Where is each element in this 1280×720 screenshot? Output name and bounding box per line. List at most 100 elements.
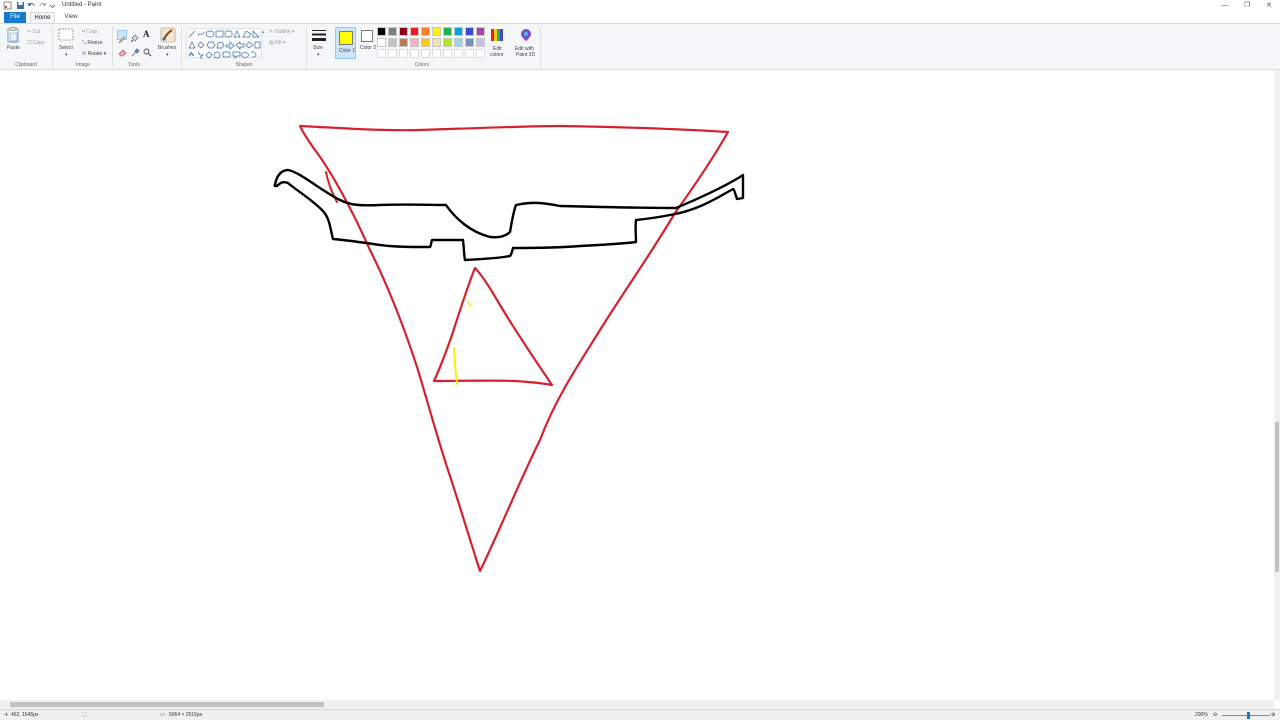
- palette-swatch[interactable]: [399, 38, 408, 47]
- pencil-icon: [118, 36, 126, 44]
- palette-swatch[interactable]: [421, 38, 430, 47]
- window-title: Untitled - Paint: [62, 2, 102, 8]
- color-2-selector[interactable]: [361, 30, 373, 42]
- status-bar: ✛ 462, 1645px ⬚ ▭ 5064 × 2516px 200% ⊖ ⊕: [0, 709, 1280, 720]
- brushes-dropdown-icon[interactable]: ▾: [166, 52, 169, 58]
- outline-label: Outline ▾: [274, 29, 295, 35]
- shapes-gallery[interactable]: [186, 28, 262, 60]
- undo-icon[interactable]: [27, 1, 36, 10]
- tab-home[interactable]: Home: [30, 12, 55, 23]
- palette-swatch[interactable]: [410, 27, 419, 36]
- fill-button[interactable]: ▧ Fill ▾: [269, 40, 285, 46]
- shapes-group-label: Shapes: [235, 62, 253, 68]
- close-button[interactable]: ✕: [1258, 0, 1280, 11]
- color-picker-tool[interactable]: [131, 44, 141, 57]
- custom-color-slot[interactable]: [388, 49, 397, 58]
- color-2-label: Color 2: [360, 45, 377, 51]
- image-group-label: Image: [76, 62, 90, 68]
- horizontal-scrollbar-thumb[interactable]: [10, 702, 324, 707]
- edit-colors-button[interactable]: [490, 28, 504, 42]
- zoom-slider-thumb[interactable]: [1247, 712, 1250, 719]
- custom-color-slot[interactable]: [443, 49, 452, 58]
- drawing-canvas[interactable]: [0, 70, 1274, 700]
- rotate-button[interactable]: ⟳ Rotate ▾: [82, 51, 106, 57]
- custom-color-slot[interactable]: [421, 49, 430, 58]
- outline-button[interactable]: ✎ Outline ▾: [269, 29, 294, 35]
- eraser-tool[interactable]: [118, 44, 128, 57]
- custom-color-slot[interactable]: [410, 49, 419, 58]
- redo-icon[interactable]: [38, 1, 47, 10]
- palette-swatch[interactable]: [377, 38, 386, 47]
- size-button[interactable]: [311, 28, 327, 44]
- palette-swatch[interactable]: [476, 38, 485, 47]
- resize-label: Resize: [87, 40, 103, 46]
- pencil-tool[interactable]: [117, 30, 127, 44]
- custom-color-slot[interactable]: [465, 49, 474, 58]
- palette-swatch[interactable]: [443, 38, 452, 47]
- palette-swatch[interactable]: [454, 27, 463, 36]
- tab-view[interactable]: View: [60, 12, 82, 23]
- edit-with-paint3d-button[interactable]: [519, 28, 533, 42]
- select-button[interactable]: [58, 28, 74, 41]
- vertical-scrollbar[interactable]: [1274, 70, 1280, 700]
- canvas-size: 5064 × 2516px: [169, 712, 203, 718]
- zoom-in-button[interactable]: ⊕: [1271, 711, 1275, 720]
- select-rectangle-icon: [58, 28, 74, 41]
- palette-swatch[interactable]: [421, 27, 430, 36]
- zoom-out-button[interactable]: ⊖: [1213, 711, 1217, 720]
- palette-swatch[interactable]: [410, 38, 419, 47]
- text-tool[interactable]: A: [143, 29, 150, 39]
- custom-color-slot[interactable]: [454, 49, 463, 58]
- crop-button[interactable]: ⌗ Crop: [82, 29, 97, 35]
- select-dropdown-icon[interactable]: ▾: [65, 52, 68, 58]
- custom-color-slot[interactable]: [476, 49, 485, 58]
- shapes-gallery-scroll-icon[interactable]: ▴: [262, 29, 265, 35]
- outline-icon: ✎: [269, 29, 274, 35]
- palette-swatch[interactable]: [377, 27, 386, 36]
- yellow-mark-stroke: [453, 347, 458, 385]
- yellow-dot-stroke: [467, 301, 472, 307]
- tab-file[interactable]: File: [4, 12, 26, 23]
- color-1-selector[interactable]: Color 1: [335, 27, 356, 59]
- edit-colors-label-line2: colors: [490, 52, 504, 58]
- cut-label: Cut: [32, 29, 41, 35]
- size-dropdown-icon[interactable]: ▾: [317, 52, 320, 58]
- brushes-button[interactable]: [160, 27, 176, 43]
- palette-swatch[interactable]: [476, 27, 485, 36]
- cut-button[interactable]: ✂ Cut: [27, 29, 40, 35]
- canvas-workspace[interactable]: [0, 70, 1274, 700]
- title-bar: Untitled - Paint — ❐ ✕: [0, 0, 1280, 11]
- customize-toolbar-icon[interactable]: [48, 1, 57, 10]
- palette-swatch[interactable]: [388, 27, 397, 36]
- size-label: Size: [313, 45, 323, 51]
- black-outline-stroke: [273, 168, 745, 262]
- horizontal-scrollbar[interactable]: [0, 700, 1274, 709]
- palette-swatch[interactable]: [388, 38, 397, 47]
- palette-swatch[interactable]: [432, 27, 441, 36]
- shapes-gallery-icons: [188, 30, 261, 60]
- brush-icon: [160, 27, 176, 43]
- palette-swatch[interactable]: [399, 27, 408, 36]
- color-1-swatch: [339, 31, 353, 45]
- save-icon[interactable]: [16, 1, 25, 10]
- custom-color-slot[interactable]: [399, 49, 408, 58]
- fill-tool[interactable]: [130, 30, 140, 42]
- eyedropper-icon: [131, 48, 140, 57]
- palette-swatch[interactable]: [432, 38, 441, 47]
- vertical-scrollbar-thumb[interactable]: [1275, 422, 1279, 572]
- restore-button[interactable]: ❐: [1236, 0, 1258, 11]
- palette-swatch[interactable]: [443, 27, 452, 36]
- zoom-slider[interactable]: [1222, 715, 1270, 716]
- group-divider: [306, 27, 307, 67]
- copy-button[interactable]: ❐ Copy: [27, 40, 45, 46]
- resize-button[interactable]: ⤡ Resize: [82, 40, 103, 46]
- palette-swatch[interactable]: [465, 27, 474, 36]
- group-divider: [112, 27, 113, 67]
- custom-color-slot[interactable]: [377, 49, 386, 58]
- palette-swatch[interactable]: [465, 38, 474, 47]
- minimize-button[interactable]: —: [1214, 0, 1236, 11]
- palette-swatch[interactable]: [454, 38, 463, 47]
- custom-color-slot[interactable]: [432, 49, 441, 58]
- magnifier-tool[interactable]: [143, 44, 153, 57]
- rotate-label: Rotate ▾: [87, 51, 107, 57]
